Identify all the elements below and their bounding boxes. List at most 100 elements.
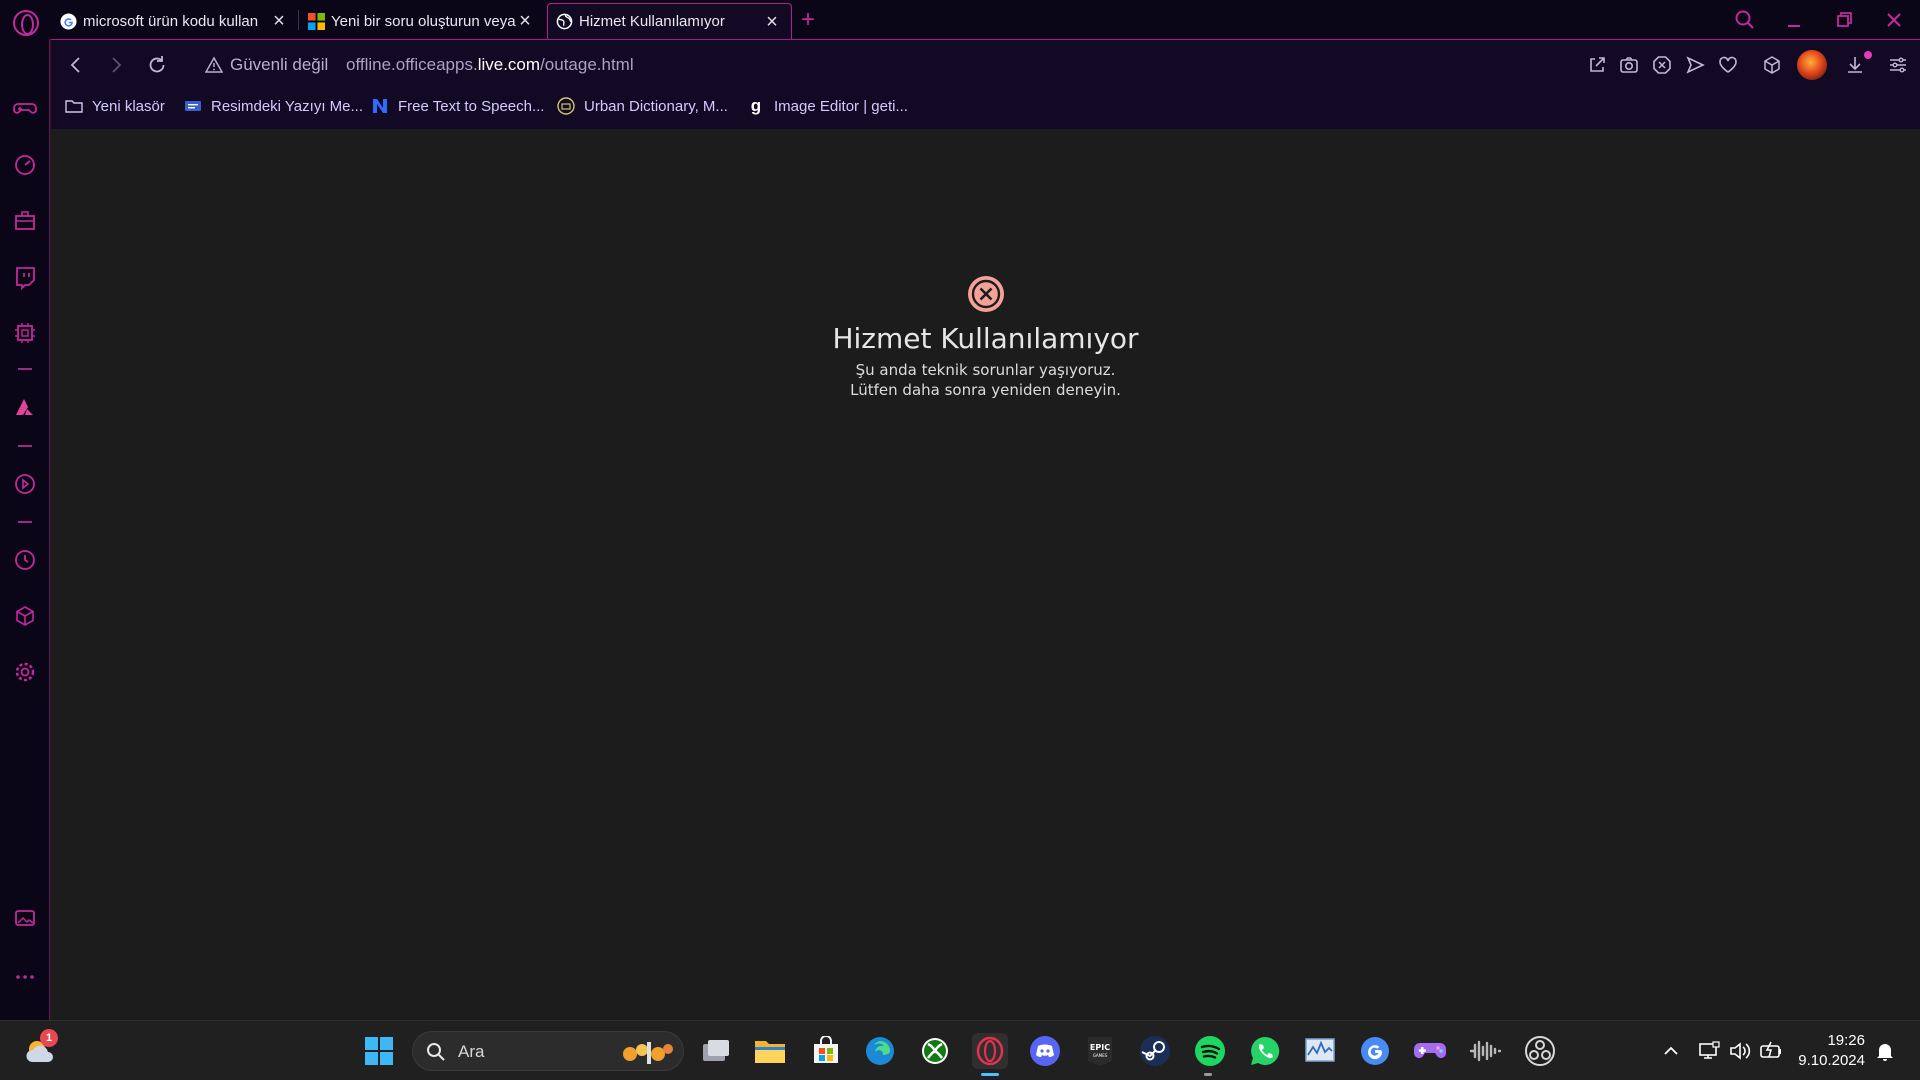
google-g-icon [1361,1037,1389,1065]
hardware-limiter-icon[interactable] [12,320,38,346]
performance-monitor-icon [1305,1038,1335,1062]
edge-icon [866,1037,894,1065]
close-tab-icon[interactable]: × [270,11,288,31]
url-field[interactable]: offline.officeapps.live.com/outage.html [346,55,634,75]
google-app-button[interactable] [1357,1033,1393,1069]
back-icon[interactable] [64,53,88,77]
running-app-indicator [1204,1073,1212,1076]
bookmark-image-editor[interactable]: g Image Editor | geti... [747,96,908,115]
speedometer-icon[interactable] [12,151,38,177]
minimize-icon[interactable] [1780,6,1808,34]
start-button[interactable] [361,1033,397,1069]
svg-text:EPIC: EPIC [1090,1043,1110,1052]
share-icon[interactable] [1586,54,1608,76]
extensions-icon[interactable] [1761,54,1783,76]
epic-games-icon: EPIC GAMES [1088,1037,1112,1066]
download-icon[interactable] [1844,54,1866,76]
tab-separator [298,10,299,30]
more-options-icon[interactable] [12,964,38,990]
obs-icon [1525,1036,1555,1066]
restore-icon[interactable] [1830,6,1858,34]
heart-icon[interactable] [1717,54,1739,76]
microsoft-icon [308,12,325,30]
search-icon [427,1043,445,1061]
taskbar-search[interactable]: Ara [412,1031,684,1071]
close-tab-icon[interactable]: × [763,12,781,32]
monitor-app-button[interactable] [1302,1033,1338,1069]
bookmark-label: Yeni klasör [92,97,165,115]
page-content: Hizmet Kullanılamıyor Şu anda teknik sor… [51,129,1920,1020]
tab-microsoft-product-key[interactable]: microsoft ürün kodu kullan × [52,3,298,39]
task-view-button[interactable] [698,1033,734,1069]
player-icon[interactable] [12,471,38,497]
obs-button[interactable] [1522,1033,1558,1069]
battery-icon[interactable] [1759,1040,1783,1062]
settings-gear-icon[interactable] [12,659,38,685]
history-icon[interactable] [12,547,38,573]
forward-icon[interactable] [104,53,128,77]
search-placeholder: Ara [458,1042,485,1061]
opera-menu-icon[interactable] [13,10,39,36]
close-tab-icon[interactable]: × [516,11,534,31]
close-window-icon[interactable] [1880,6,1908,34]
file-explorer-button[interactable] [752,1033,788,1069]
network-icon[interactable] [1698,1040,1720,1062]
twitch-icon[interactable] [12,264,38,290]
bookmark-image-to-text[interactable]: Resimdeki Yazıyı Me... [184,97,363,115]
tab-new-question[interactable]: Yeni bir soru oluşturun veya × [300,3,544,39]
taskbar: 1 Ara EPIC GAMES 19:26 9.10.2024 [0,1020,1920,1080]
easy-setup-icon[interactable] [1887,54,1909,76]
discord-icon [1030,1036,1060,1066]
xbox-icon [922,1038,948,1064]
notification-badge: 1 [40,1029,58,1047]
profile-avatar[interactable] [1797,50,1827,80]
gx-corner-icon[interactable] [12,207,38,233]
whatsapp-button[interactable] [1247,1033,1283,1069]
download-notification-dot [1864,51,1872,59]
sidebar-divider [18,521,32,523]
error-message-line-1: Şu anda teknik sorunlar yaşıyoruz. [855,361,1116,379]
edge-button[interactable] [862,1033,898,1069]
camera-snapshot-icon[interactable] [1618,54,1640,76]
tab-title: microsoft ürün kodu kullan [83,12,259,30]
adblock-icon[interactable] [1651,54,1673,76]
chevron-up-icon[interactable] [1660,1040,1682,1062]
sidebar [0,39,50,1020]
folder-icon [65,97,83,115]
search-highlight-illustration-icon [623,1042,673,1064]
n-logo-icon [371,97,389,115]
tab-service-unavailable[interactable]: Hizmet Kullanılamıyor × [547,3,792,39]
flow-send-icon[interactable] [1684,54,1706,76]
security-label: Güvenli değil [230,55,329,74]
extensions-cube-icon[interactable] [12,603,38,629]
tab-title: Yeni bir soru oluşturun veya [331,12,516,30]
reload-icon[interactable] [145,53,169,77]
opera-gx-button[interactable] [972,1033,1008,1069]
sidebar-divider [18,445,32,447]
bookmark-new-folder[interactable]: Yeni klasör [65,97,165,115]
error-icon [968,276,1004,312]
aria-icon[interactable] [12,394,38,420]
bookmark-urban-dictionary[interactable]: Urban Dictionary, M... [557,97,728,115]
windows-logo-icon [365,1037,393,1065]
discord-button[interactable] [1027,1033,1063,1069]
xbox-button[interactable] [917,1033,953,1069]
game-controller-app-button[interactable] [1412,1033,1448,1069]
notification-bell-icon[interactable] [1874,1040,1896,1062]
volume-icon[interactable] [1728,1040,1752,1062]
globe-icon [556,13,573,30]
clock[interactable]: 19:26 9.10.2024 [1795,1031,1865,1071]
spotify-button[interactable] [1192,1033,1228,1069]
wallpaper-icon[interactable] [12,905,38,931]
microsoft-store-button[interactable] [808,1033,844,1069]
steam-button[interactable] [1137,1033,1173,1069]
gamepad-icon[interactable] [12,95,38,121]
security-indicator[interactable]: Güvenli değil [205,55,328,75]
epic-games-button[interactable]: EPIC GAMES [1082,1033,1118,1069]
bookmark-free-tts[interactable]: Free Text to Speech... [371,97,544,115]
new-tab-button[interactable]: + [801,6,815,34]
svg-text:GAMES: GAMES [1093,1053,1108,1058]
search-tabs-icon[interactable] [1731,6,1759,34]
audio-app-button[interactable] [1467,1033,1503,1069]
url-host: live.com [477,55,541,74]
